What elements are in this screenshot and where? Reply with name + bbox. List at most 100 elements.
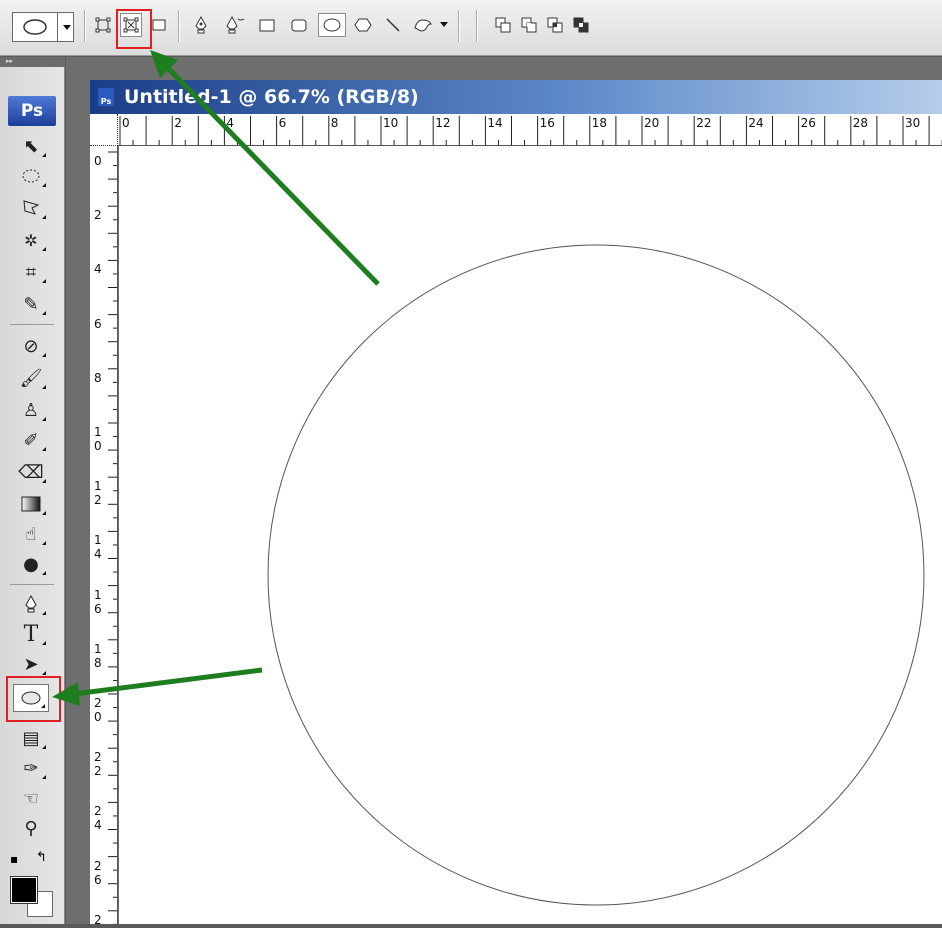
marquee-tool[interactable] (13, 162, 49, 190)
add-area-icon (495, 17, 511, 33)
ruler-label: 2 (174, 116, 182, 130)
eraser-icon: ⌫ (18, 461, 44, 483)
dodge-icon: ● (23, 553, 39, 575)
lasso-tool[interactable] (13, 194, 49, 222)
polygon-icon (354, 18, 372, 32)
healing-brush-tool[interactable]: ⊘ (13, 332, 49, 360)
ellipse-tool-button[interactable] (318, 13, 346, 37)
bandage-icon: ⊘ (23, 335, 39, 357)
history-brush-tool[interactable]: ✐ (13, 426, 49, 454)
ellipse-icon (23, 19, 47, 35)
elliptical-marquee-icon (22, 169, 40, 183)
eyedropper-tool[interactable]: ✑ (13, 754, 49, 782)
horizontal-ruler[interactable]: 0 2 4 6 8 10 12 14 16 18 20 22 24 26 28 30 (90, 114, 942, 146)
gradient-icon (21, 496, 41, 512)
ruler-origin[interactable] (90, 114, 118, 146)
ruler-label: 16 (94, 587, 102, 616)
pen-tool[interactable] (13, 590, 49, 618)
fill-pixels-button[interactable] (148, 13, 170, 37)
eraser-tool[interactable]: ⌫ (13, 458, 49, 486)
rounded-rectangle-tool-button[interactable] (288, 13, 310, 37)
document-title-bar[interactable]: Ps Untitled-1 @ 66.7% (RGB/8) (90, 80, 942, 114)
path-selection-tool[interactable]: ➤ (13, 650, 49, 678)
hand-tool[interactable]: ☜ (13, 784, 49, 812)
paths-highlight-box (116, 9, 152, 49)
options-bar (0, 0, 942, 56)
crop-tool[interactable]: ⌗ (13, 258, 49, 286)
custom-shape-tool-button[interactable] (412, 13, 434, 37)
zoom-tool[interactable]: ⚲ (13, 814, 49, 842)
ruler-label: 10 (94, 425, 102, 453)
gradient-tool[interactable] (13, 490, 49, 518)
ruler-label: 24 (94, 804, 102, 833)
crop-icon: ⌗ (25, 261, 37, 283)
ellipse-icon (323, 18, 341, 32)
ruler-label: 8 (330, 116, 339, 130)
clone-stamp-tool[interactable]: ♙ (13, 396, 49, 424)
magic-wand-icon: ✲ (24, 230, 38, 250)
stamp-icon: ♙ (22, 399, 40, 421)
intersect-shape-areas-button[interactable] (544, 13, 566, 37)
collapse-icon: ▸▸ (6, 57, 14, 65)
ruler-label: 6 (94, 316, 102, 331)
tool-preset-picker[interactable] (12, 12, 74, 42)
line-tool-button[interactable] (382, 13, 404, 37)
polygon-tool-button[interactable] (352, 13, 374, 37)
ruler-label: 22 (94, 750, 102, 779)
default-colors-icon[interactable]: ▪ (10, 852, 18, 866)
ruler-label: 18 (591, 116, 608, 130)
canvas[interactable] (119, 146, 942, 924)
rectangle-tool-button[interactable] (256, 13, 278, 37)
subtract-area-icon (521, 17, 537, 33)
custom-shape-dropdown-icon[interactable] (440, 22, 448, 27)
add-to-shape-area-button[interactable] (492, 13, 514, 37)
magnifier-icon: ⚲ (24, 817, 38, 839)
ruler-label: 2 (94, 208, 102, 223)
chevron-down-icon (63, 25, 71, 30)
swap-colors-icon[interactable]: ↰ (36, 850, 47, 865)
ruler-label: 28 (852, 116, 869, 130)
exclude-overlapping-button[interactable] (570, 13, 592, 37)
ruler-label: 24 (748, 116, 764, 130)
blur-tool[interactable]: ☝ (13, 520, 49, 548)
ruler-label: 14 (487, 116, 503, 130)
notes-tool[interactable]: ▤ (13, 724, 49, 752)
move-tool[interactable]: ⬉ (13, 132, 49, 160)
ruler-label: 20 (94, 696, 102, 724)
vertical-ruler[interactable]: 0246810121416182022242628 (90, 146, 118, 924)
app-logo: Ps (8, 96, 56, 126)
exclude-area-icon (573, 17, 589, 33)
document-title: Untitled-1 @ 66.7% (RGB/8) (124, 86, 419, 108)
polygonal-lasso-icon (23, 200, 40, 215)
magic-wand-tool[interactable]: ✲ (13, 226, 49, 254)
ruler-label: 16 (539, 116, 555, 130)
slice-tool[interactable]: ✎ (13, 290, 49, 318)
ruler-label: 14 (94, 533, 102, 562)
brush-icon: 🖌 (19, 367, 43, 389)
rounded-rectangle-icon (291, 19, 307, 32)
arrow-cursor-icon: ➤ (23, 653, 39, 675)
shape-layers-button[interactable] (92, 13, 114, 37)
ellipse-tool-highlight-box (6, 676, 61, 722)
foreground-color-swatch[interactable] (10, 876, 38, 904)
toolbox-grip[interactable]: ▸▸ (0, 57, 65, 67)
eyedropper-icon: ✑ (23, 757, 39, 779)
ruler-label: 0 (122, 116, 130, 130)
ellipse-path (267, 244, 925, 906)
brush-tool[interactable]: 🖌 (13, 364, 49, 392)
subtract-from-shape-area-button[interactable] (518, 13, 540, 37)
fill-pixels-icon (152, 19, 166, 31)
freeform-pen-button[interactable] (224, 13, 246, 37)
ruler-label: 4 (226, 116, 235, 130)
dodge-tool[interactable]: ● (13, 550, 49, 578)
ruler-label: 8 (94, 370, 102, 385)
custom-shape-icon (414, 19, 432, 32)
rectangle-icon (259, 19, 275, 32)
type-tool[interactable]: T (13, 620, 49, 648)
shape-layers-icon (95, 17, 111, 33)
move-icon: ⬉ (23, 135, 39, 157)
smudge-icon: ☝ (25, 523, 37, 545)
pen-tool-button[interactable] (190, 13, 212, 37)
line-icon (386, 18, 400, 32)
ruler-label: 10 (383, 116, 399, 130)
